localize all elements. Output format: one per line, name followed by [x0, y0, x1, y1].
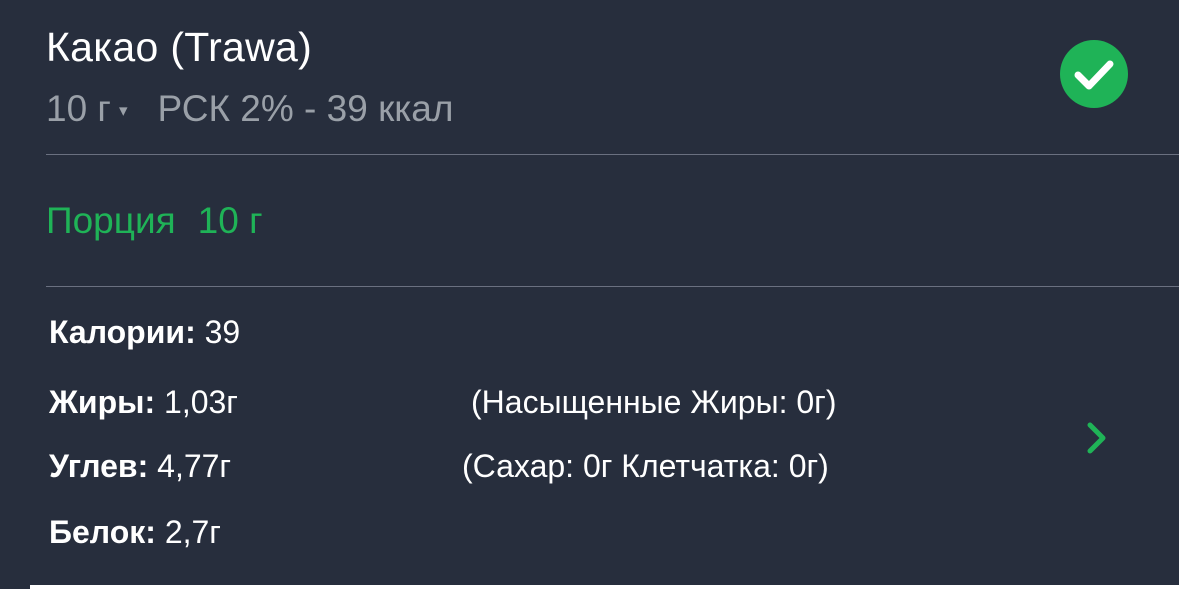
food-title: Какао (Trawa) [46, 24, 313, 70]
carbs-label: Углев: [49, 448, 149, 484]
fat-label: Жиры: [49, 384, 156, 420]
bottom-edge [0, 585, 1179, 589]
calories-label: Калории: [49, 314, 196, 350]
portion-dropdown[interactable]: 10 г ▾ [46, 88, 157, 130]
fat-value: 1,03г [164, 384, 238, 420]
sugar-fiber-text: (Сахар: 0г Клетчатка: 0г) [462, 448, 829, 484]
divider [46, 154, 1179, 155]
calorie-summary: РСК 2% - 39 ккал [157, 88, 454, 129]
carbs-value: 4,77г [157, 448, 232, 484]
food-entry-card: Какао (Trawa) 10 г ▾ РСК 2% - 39 ккал По… [0, 0, 1179, 585]
protein-row: Белок: 2,7г [49, 514, 221, 551]
divider [46, 286, 1179, 287]
carbs-row: Углев: 4,77г [49, 448, 231, 485]
saturated-fat-text: (Насыщенные Жиры: 0г) [471, 384, 837, 420]
caret-down-icon: ▾ [118, 101, 128, 120]
calories-value: 39 [204, 314, 241, 350]
calories-row: Калории: 39 [49, 314, 240, 351]
portion-label: Порция [46, 200, 176, 241]
chevron-right-icon[interactable] [1083, 420, 1113, 456]
check-circle-icon[interactable] [1060, 40, 1128, 108]
protein-value: 2,7г [164, 514, 221, 550]
food-subtitle: 10 г ▾ РСК 2% - 39 ккал [46, 88, 453, 130]
protein-label: Белок: [49, 514, 156, 550]
portion-value: 10 г [197, 200, 263, 241]
fat-row: Жиры: 1,03г [49, 384, 238, 421]
portion-dropdown-value: 10 г [46, 88, 111, 129]
portion-row[interactable]: Порция 10 г [46, 200, 263, 242]
